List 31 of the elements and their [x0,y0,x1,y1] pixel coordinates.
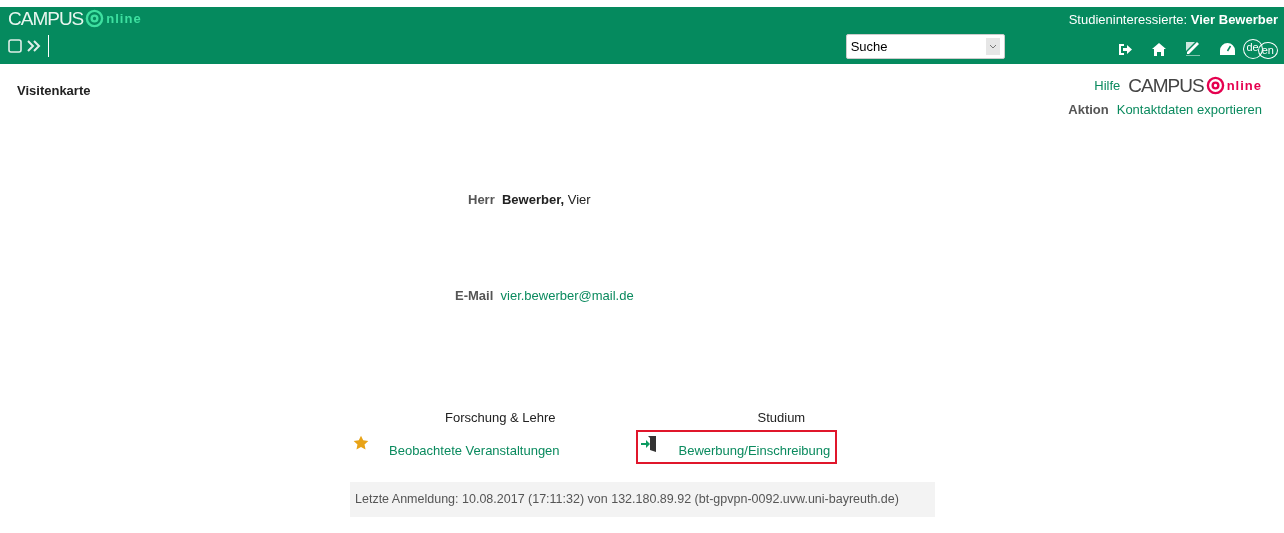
email-label: E-Mail [455,287,494,303]
logo-text: CAMPUS [8,9,84,28]
section-title: Forschung & Lehre [445,409,556,427]
home-icon[interactable] [1151,42,1166,56]
logo-text: CAMPUS [1128,76,1204,96]
page-title: Visitenkarte [17,82,91,100]
logo-ring-icon [1205,76,1225,96]
help-link[interactable]: Hilfe [1094,76,1121,96]
caret-icon [985,38,1000,55]
user-name: Vier Bewerber [1190,11,1278,27]
logo-ring-icon [85,9,105,28]
section-title: Studium [757,409,806,427]
edit-icon[interactable] [1185,42,1200,56]
star-icon [353,434,369,451]
door-entry-icon [640,434,657,453]
action-label: Aktion [1068,100,1109,119]
person-name: Bewerber, Vier [502,192,591,207]
dashboard-icon[interactable] [1219,43,1235,55]
search-dropdown[interactable]: Suche [845,34,1005,59]
user-role: Studieninteressierte: [1068,11,1188,27]
double-chevron-icon[interactable] [26,38,42,53]
last-login-info: Letzte Anmeldung: 10.08.2017 (17:11:32) von 132.180.89.92 (bt-gpvpn-0092.uvw.uni-bayreuth.de) [350,482,935,517]
section-link[interactable]: Bewerbung/Einschreibung [637,431,836,462]
square-icon[interactable] [8,38,22,53]
salutation-label: Herr [468,192,495,207]
export-contact-link[interactable]: Kontaktdaten exportieren [1116,99,1262,119]
email-link[interactable]: vier.bewerber@mail.de [500,287,634,303]
logout-icon[interactable] [1117,42,1132,56]
logo-text: nline [106,12,142,25]
logo-text: nline [1226,79,1262,93]
section-link[interactable]: Beobachtete Veranstaltungen [350,431,565,462]
